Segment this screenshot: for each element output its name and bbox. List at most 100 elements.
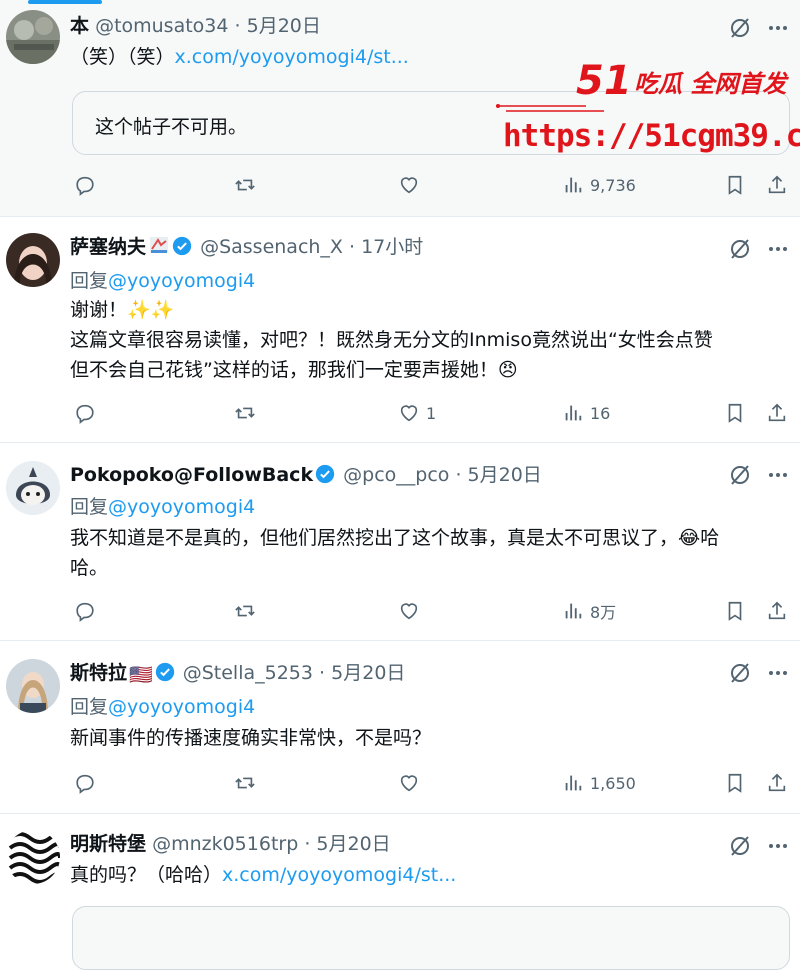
- views-button[interactable]: 1,650: [562, 769, 636, 797]
- tweet-header: Pokopoko@FollowBack @pco__pco · 5月20日: [70, 463, 542, 487]
- avatar[interactable]: [6, 233, 60, 287]
- timestamp[interactable]: 5月20日: [331, 662, 405, 684]
- avatar[interactable]: [6, 659, 60, 713]
- share-button[interactable]: [766, 769, 788, 797]
- bookmark-button[interactable]: [724, 399, 746, 427]
- views-icon: [565, 775, 582, 791]
- reply-mention[interactable]: @yoyoyomogi4: [108, 270, 255, 292]
- tweet-header: 本 @tomusato34 · 5月20日: [70, 14, 321, 38]
- tweet-text-line: 这篇文章很容易读懂，对吧？！既然身无分文的Inmiso竟然说出“女性会点赞: [70, 329, 713, 351]
- user-handle[interactable]: @pco__pco: [343, 464, 449, 486]
- tweet-2[interactable]: 萨塞纳夫 @Sassenach_X · 17小时 回复@yoyoyomogi4 …: [0, 217, 800, 442]
- grok-icon[interactable]: [728, 834, 752, 858]
- display-name[interactable]: 斯特拉: [70, 662, 127, 684]
- avatar[interactable]: [6, 830, 60, 884]
- avatar[interactable]: [6, 10, 60, 64]
- bookmark-button[interactable]: [724, 597, 746, 625]
- timestamp[interactable]: 17小时: [361, 236, 423, 258]
- tweet-text: 新闻事件的传播速度确实非常快，不是吗？: [70, 723, 790, 753]
- reply-button[interactable]: [74, 597, 96, 625]
- share-button[interactable]: [766, 171, 788, 199]
- tweet-text-line: 谢谢！✨✨: [70, 299, 175, 321]
- bookmark-button[interactable]: [724, 171, 746, 199]
- views-button[interactable]: 8万: [562, 597, 616, 625]
- user-handle[interactable]: @Stella_5253: [183, 662, 313, 684]
- reply-context: 回复@yoyoyomogi4: [70, 695, 255, 719]
- tweet-link[interactable]: x.com/yoyoyomogi4/st...: [222, 864, 456, 886]
- user-handle[interactable]: @Sassenach_X: [200, 236, 343, 258]
- views-icon: [565, 405, 582, 421]
- like-button[interactable]: [398, 171, 420, 199]
- reply-icon: [76, 176, 94, 196]
- views-button[interactable]: 9,736: [562, 171, 636, 199]
- tweet-text-line: 我不知道是不是真的，但他们居然挖出了这个故事，真是太不可思议了，😂哈: [70, 527, 720, 549]
- heart-icon: [400, 775, 418, 792]
- tweet-link[interactable]: x.com/yoyoyomogi4/st...: [175, 46, 409, 68]
- tweet-4[interactable]: 斯特拉 🇺🇸 @Stella_5253 · 5月20日 回复@yoyoyomogi…: [0, 641, 800, 813]
- more-options-icon[interactable]: [766, 661, 790, 685]
- unavailable-notice: 这个帖子不可用。: [95, 116, 248, 138]
- retweet-button[interactable]: [234, 171, 256, 199]
- separator-dot: ·: [319, 662, 326, 684]
- grok-icon[interactable]: [728, 661, 752, 685]
- reply-button[interactable]: [74, 769, 96, 797]
- timestamp[interactable]: 5月20日: [316, 833, 390, 855]
- verified-badge-icon: [172, 236, 192, 256]
- reply-icon: [76, 404, 94, 424]
- reply-icon: [76, 774, 94, 794]
- heart-icon: [400, 405, 418, 422]
- display-name[interactable]: Pokopoko@FollowBack: [70, 464, 313, 486]
- reply-button[interactable]: [74, 399, 96, 427]
- grok-icon[interactable]: [728, 463, 752, 487]
- retweet-button[interactable]: [234, 769, 256, 797]
- badge-icon: [150, 237, 169, 253]
- user-handle[interactable]: @tomusato34: [95, 15, 228, 37]
- avatar[interactable]: [6, 461, 60, 515]
- display-name[interactable]: 明斯特堡: [70, 833, 146, 855]
- quoted-post-card[interactable]: [72, 906, 790, 970]
- reply-prefix: 回复: [70, 270, 109, 292]
- likes-count: 1: [426, 403, 437, 423]
- retweet-button[interactable]: [234, 399, 256, 427]
- bookmark-button[interactable]: [724, 769, 746, 797]
- more-options-icon[interactable]: [766, 463, 790, 487]
- grok-icon[interactable]: [728, 16, 752, 40]
- tweet-3[interactable]: Pokopoko@FollowBack @pco__pco · 5月20日 回复…: [0, 443, 800, 640]
- share-button[interactable]: [766, 597, 788, 625]
- reply-mention[interactable]: @yoyoyomogi4: [108, 496, 255, 518]
- share-button[interactable]: [766, 399, 788, 427]
- verified-badge-icon: [155, 662, 174, 682]
- more-options-icon[interactable]: [766, 16, 790, 40]
- reply-mention[interactable]: @yoyoyomogi4: [108, 696, 255, 718]
- bookmark-icon: [728, 601, 742, 621]
- tweet-text: 真的吗？（哈哈）x.com/yoyoyomogi4/st...: [70, 860, 790, 890]
- tweet-5[interactable]: 明斯特堡 @mnzk0516trp · 5月20日 真的吗？（哈哈）x.com/…: [0, 814, 800, 970]
- tweet-header: 明斯特堡 @mnzk0516trp · 5月20日: [70, 832, 391, 856]
- tweet-1[interactable]: 本 @tomusato34 · 5月20日 （笑）（笑）x.com/yoyoyo…: [0, 8, 800, 216]
- grok-icon[interactable]: [728, 237, 752, 261]
- views-icon: [565, 177, 582, 193]
- timestamp[interactable]: 5月20日: [468, 464, 542, 486]
- display-name[interactable]: 萨塞纳夫: [70, 236, 146, 258]
- ad-watermark-url: https://51cgm39.com: [503, 118, 800, 154]
- views-button[interactable]: 16: [562, 399, 610, 427]
- heart-icon: [400, 603, 418, 620]
- user-handle[interactable]: @mnzk0516trp: [152, 833, 298, 855]
- tweet-actions: 9,736: [0, 171, 800, 199]
- reply-button[interactable]: [74, 171, 96, 199]
- timestamp[interactable]: 5月20日: [247, 15, 321, 37]
- like-button[interactable]: [398, 769, 420, 797]
- more-options-icon[interactable]: [766, 834, 790, 858]
- tweet-actions: 1 16: [0, 399, 800, 427]
- ad-decor-streak: [496, 104, 604, 112]
- tweet-actions: 8万: [0, 597, 800, 625]
- tweet-text-content: 真的吗？（哈哈）: [70, 864, 223, 886]
- reply-context: 回复@yoyoyomogi4: [70, 269, 255, 293]
- display-name[interactable]: 本: [70, 15, 89, 37]
- more-options-icon[interactable]: [766, 237, 790, 261]
- retweet-button[interactable]: [234, 597, 256, 625]
- like-button[interactable]: [398, 597, 420, 625]
- like-button[interactable]: 1: [398, 399, 436, 427]
- reply-prefix: 回复: [70, 496, 109, 518]
- tweet-actions: 1,650: [0, 769, 800, 797]
